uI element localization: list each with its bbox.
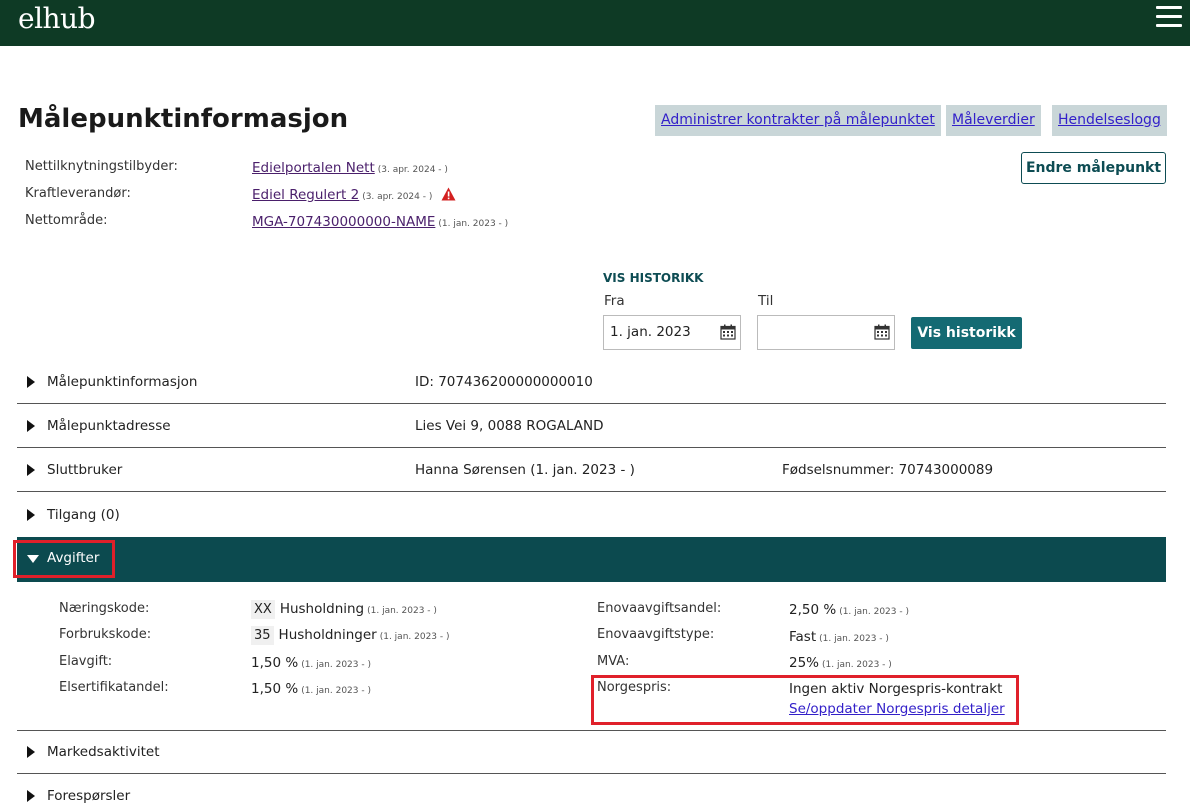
section-summary: ID: 707436200000000010: [415, 374, 593, 390]
hendelseslogg-link[interactable]: Hendelseslogg: [1052, 105, 1167, 136]
caret-down-icon: [27, 555, 39, 563]
info-label-nettilknytning: Nettilknytningstilbyder:: [25, 159, 178, 174]
date-range: (1. jan. 2023 - ): [367, 606, 437, 616]
endre-malepunkt-button[interactable]: Endre målepunkt: [1021, 152, 1166, 184]
elsertifikatandel-value: 1,50 % (1. jan. 2023 - ): [251, 681, 371, 697]
enovaavgiftsandel-label: Enovaavgiftsandel:: [597, 601, 722, 616]
fra-date-field[interactable]: [603, 315, 741, 350]
caret-right-icon: [27, 420, 35, 432]
section-title: Markedsaktivitet: [47, 744, 160, 760]
date-range: (3. apr. 2024 - ): [362, 192, 433, 202]
norgespris-value: Ingen aktiv Norgespris-kontrakt: [789, 681, 1003, 697]
caret-right-icon: [27, 464, 35, 476]
fodselsnummer-text: Fødselsnummer: 70743000089: [782, 462, 994, 478]
info-value-nettilknytning: Edielportalen Nett (3. apr. 2024 - ): [252, 160, 448, 176]
forbrukskode-label: Forbrukskode:: [59, 627, 152, 642]
enovaavgiftsandel-value: 2,50 % (1. jan. 2023 - ): [789, 602, 909, 618]
nettomrade-link[interactable]: MGA-707430000000-NAME: [252, 214, 435, 230]
value-text: 1,50 %: [251, 655, 299, 671]
top-bar: elhub: [0, 0, 1190, 46]
section-summary: Hanna Sørensen (1. jan. 2023 - ): [415, 462, 635, 478]
naeringskode-label: Næringskode:: [59, 601, 150, 616]
section-tilgang[interactable]: Tilgang (0): [17, 492, 1166, 537]
maleverdier-link[interactable]: Måleverdier: [946, 105, 1041, 136]
date-range: (1. jan. 2023 - ): [301, 686, 371, 696]
vis-historikk-heading: VIS HISTORIKK: [603, 271, 704, 285]
section-title: Målepunktadresse: [47, 418, 171, 434]
page-title: Målepunktinformasjon: [18, 104, 349, 134]
forbrukskode-value: 35 Husholdninger (1. jan. 2023 - ): [251, 626, 450, 645]
fra-date-input[interactable]: [610, 324, 720, 340]
calendar-icon[interactable]: [874, 324, 890, 340]
nettilknytning-link[interactable]: Edielportalen Nett: [252, 160, 375, 176]
date-range: (1. jan. 2023 - ): [839, 607, 909, 617]
elavgift-value: 1,50 % (1. jan. 2023 - ): [251, 655, 371, 671]
caret-right-icon: [27, 509, 35, 521]
section-sluttbruker[interactable]: Sluttbruker Hanna Sørensen (1. jan. 2023…: [17, 448, 1166, 492]
elsertifikatandel-label: Elsertifikatandel:: [59, 680, 169, 695]
kraftleverandor-link[interactable]: Ediel Regulert 2: [252, 187, 359, 203]
date-range: (3. apr. 2024 - ): [377, 165, 448, 175]
til-label: Til: [758, 293, 774, 309]
til-date-field[interactable]: [757, 315, 895, 350]
value-text: 2,50 %: [789, 602, 837, 618]
hamburger-menu-icon[interactable]: [1156, 6, 1182, 28]
elhub-logo[interactable]: elhub: [18, 2, 96, 35]
mva-label: MVA:: [597, 654, 630, 669]
warning-icon: [441, 187, 456, 201]
value-text: Husholdning: [279, 601, 365, 617]
section-markedsaktivitet[interactable]: Markedsaktivitet: [17, 731, 1166, 774]
value-text: 1,50 %: [251, 681, 299, 697]
value-text: Husholdninger: [278, 627, 377, 643]
enovaavgiftstype-label: Enovaavgiftstype:: [597, 627, 715, 642]
section-summary: Lies Vei 9, 0088 ROGALAND: [415, 418, 604, 434]
norgespris-details-link[interactable]: Se/oppdater Norgespris detaljer: [789, 701, 1005, 717]
code-chip: XX: [251, 600, 275, 619]
section-title: Målepunktinformasjon: [47, 374, 198, 390]
date-range: (1. jan. 2023 - ): [822, 660, 892, 670]
section-malepunktadresse[interactable]: Målepunktadresse Lies Vei 9, 0088 ROGALA…: [17, 404, 1166, 448]
caret-right-icon: [27, 746, 35, 758]
caret-right-icon: [27, 790, 35, 802]
calendar-icon[interactable]: [720, 324, 736, 340]
value-text: 25%: [789, 655, 820, 671]
info-value-kraftleverandor: Ediel Regulert 2 (3. apr. 2024 - ): [252, 187, 456, 203]
section-avgifter-header[interactable]: Avgifter: [17, 537, 1166, 582]
til-date-input[interactable]: [764, 324, 874, 340]
date-range: (1. jan. 2023 - ): [301, 660, 371, 670]
date-range: (1. jan. 2023 - ): [438, 219, 509, 229]
norgespris-label: Norgespris:: [597, 680, 672, 695]
administrer-kontrakter-link[interactable]: Administrer kontrakter på målepunktet: [655, 105, 941, 136]
info-label-nettomrade: Nettområde:: [25, 213, 108, 228]
section-title: Avgifter: [47, 550, 100, 566]
date-range: (1. jan. 2023 - ): [819, 634, 889, 644]
date-range: (1. jan. 2023 - ): [379, 632, 450, 642]
elavgift-label: Elavgift:: [59, 654, 113, 669]
info-label-kraftleverandor: Kraftleverandør:: [25, 186, 131, 201]
section-title: Forespørsler: [47, 788, 131, 804]
value-text: Fast: [789, 629, 817, 645]
section-foresporsler[interactable]: Forespørsler: [17, 774, 1166, 810]
section-title: Sluttbruker: [47, 462, 123, 478]
enovaavgiftstype-value: Fast (1. jan. 2023 - ): [789, 629, 889, 645]
mva-value: 25% (1. jan. 2023 - ): [789, 655, 892, 671]
code-chip: 35: [251, 626, 274, 645]
naeringskode-value: XX Husholdning (1. jan. 2023 - ): [251, 600, 437, 619]
info-value-nettomrade: MGA-707430000000-NAME (1. jan. 2023 - ): [252, 214, 508, 230]
section-title: Tilgang (0): [47, 507, 120, 523]
vis-historikk-button[interactable]: Vis historikk: [911, 317, 1022, 349]
section-malepunktinformasjon[interactable]: Målepunktinformasjon ID: 707436200000000…: [17, 360, 1166, 404]
caret-right-icon: [27, 376, 35, 388]
fra-label: Fra: [604, 293, 625, 309]
